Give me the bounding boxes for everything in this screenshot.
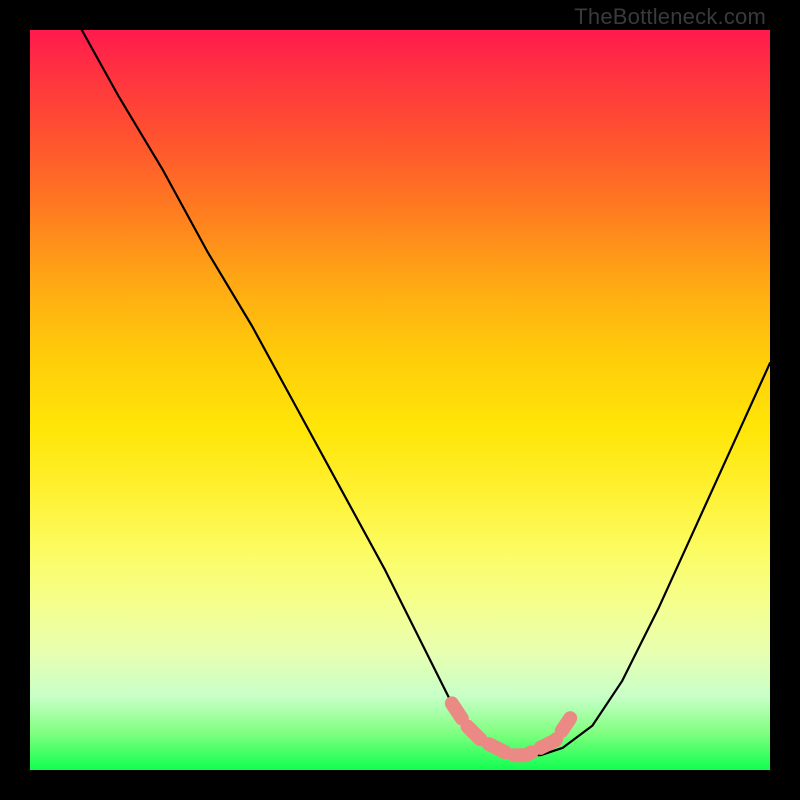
watermark-text: TheBottleneck.com [574,4,766,30]
plot-area [30,30,770,770]
highlight-region-path [452,703,570,755]
chart-svg [30,30,770,770]
main-curve-path [82,30,770,755]
